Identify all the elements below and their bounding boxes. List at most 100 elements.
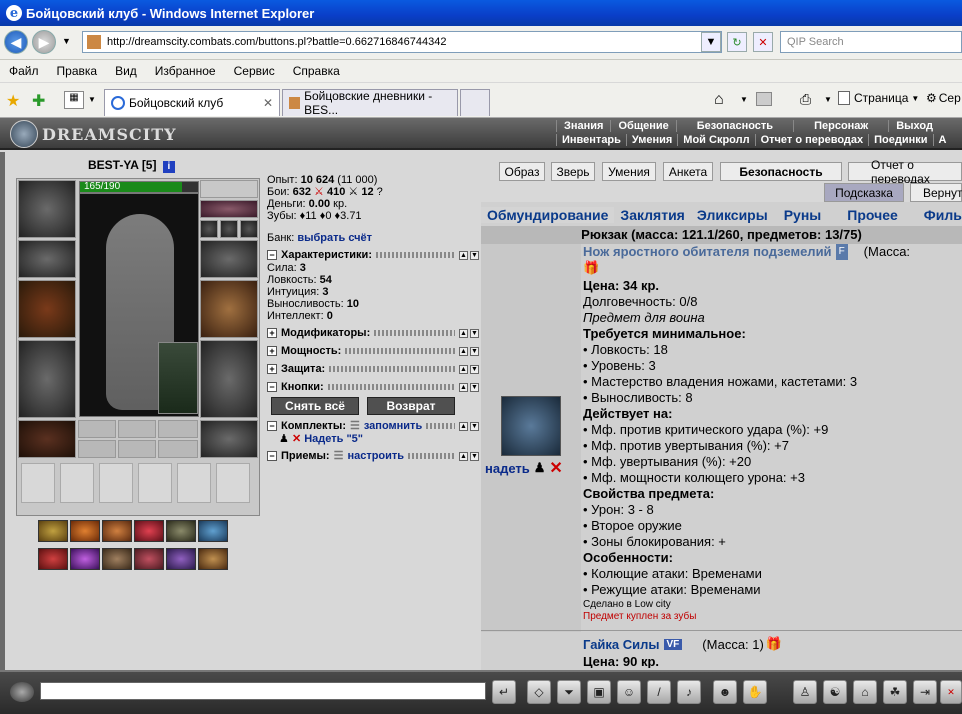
menu-view[interactable]: Вид (106, 64, 146, 78)
ring-slot-1[interactable] (200, 220, 218, 238)
belt-slot[interactable] (18, 420, 76, 458)
scroll-slot-1[interactable] (78, 420, 116, 438)
chat-input[interactable] (40, 682, 486, 700)
heart-icon[interactable] (134, 520, 164, 542)
menu-file[interactable]: Файл (0, 64, 48, 78)
address-input[interactable]: http://dreamscity.combats.com/buttons.pl… (82, 31, 722, 53)
pouch-slot-4[interactable] (138, 463, 172, 503)
return-items-button[interactable]: Вернуть (910, 183, 962, 202)
pouch-slot-2[interactable] (60, 463, 94, 503)
armor-slot[interactable] (18, 340, 76, 418)
menu-edit[interactable]: Правка (48, 64, 107, 78)
shield-slot[interactable] (200, 280, 258, 338)
nav-knowledge[interactable]: Знания (556, 120, 610, 132)
effect-icon-1[interactable] (38, 520, 68, 542)
defense-header[interactable]: + Защита: ▲ ▼ (267, 362, 479, 376)
ring-slot-2[interactable] (220, 220, 238, 238)
tab-runes[interactable]: Руны (774, 207, 842, 223)
person-icon[interactable]: ☺ (617, 680, 641, 704)
earrings-slot[interactable] (200, 180, 258, 198)
chat-avatar-icon[interactable] (10, 682, 34, 702)
boots-slot[interactable] (200, 420, 258, 458)
search-input[interactable]: QIP Search (780, 31, 962, 53)
effect-icon-7[interactable] (38, 548, 68, 570)
house-icon[interactable]: ⌂ (853, 680, 877, 704)
skills-button[interactable]: Умения (602, 162, 656, 181)
leggings-slot[interactable] (200, 340, 258, 418)
exit-icon[interactable]: ⇥ (913, 680, 937, 704)
stop-icon[interactable]: ✕ (753, 32, 773, 52)
sound-icon[interactable]: ♪ (677, 680, 701, 704)
group-icon[interactable]: ☘ (883, 680, 907, 704)
tools-menu[interactable]: ⚙ Сер (926, 91, 961, 105)
close-tab-icon[interactable]: ✕ (263, 96, 273, 110)
security-button[interactable]: Безопасность (720, 162, 842, 181)
print-dropdown-icon[interactable]: ▼ (824, 95, 832, 104)
print-icon[interactable]: ⎙ (800, 91, 811, 108)
pouch-slot-1[interactable] (21, 463, 55, 503)
modifiers-header[interactable]: + Модификаторы: ▲ ▼ (267, 326, 479, 340)
filter-icon[interactable]: ⏷ (557, 680, 581, 704)
scroll-slot-4[interactable] (78, 440, 116, 458)
gloves-slot[interactable] (200, 240, 258, 278)
menu-tools[interactable]: Сервис (225, 64, 284, 78)
slash-icon[interactable]: / (647, 680, 671, 704)
helmet-slot[interactable] (18, 180, 76, 238)
remember-set-link[interactable]: запомнить (364, 420, 422, 432)
nav-exit[interactable]: Выход (888, 120, 940, 132)
tab-elixirs[interactable]: Эликсиры (691, 207, 774, 223)
pouch-slot-3[interactable] (99, 463, 133, 503)
bracers-slot[interactable] (18, 240, 76, 278)
drop-item-icon[interactable]: ✕ (549, 458, 562, 478)
configure-tricks-link[interactable]: настроить (347, 450, 404, 462)
wear-item-link[interactable]: надеть (485, 461, 530, 476)
image-button[interactable]: Образ (499, 162, 545, 181)
home-dropdown-icon[interactable]: ▼ (740, 95, 748, 104)
effect-icon-5[interactable] (166, 520, 196, 542)
buttons-header[interactable]: − Кнопки: ▲ ▼ (267, 380, 479, 394)
transfers-report-button[interactable]: Отчет о переводах (848, 158, 962, 186)
sets-header[interactable]: − Комплекты: ☰ запомнить ▲ ▼ (267, 419, 479, 433)
nav-security[interactable]: Безопасность (675, 120, 793, 132)
amulet-slot[interactable] (200, 200, 258, 218)
feeds-icon[interactable] (756, 92, 772, 106)
nav-transfers-report[interactable]: Отчет о переводах (754, 134, 869, 146)
smiley-icon[interactable]: ☻ (713, 680, 737, 704)
effect-icon-6[interactable] (198, 520, 228, 542)
bank-select-link[interactable]: выбрать счёт (297, 232, 372, 244)
nav-my-scroll[interactable]: Мой Скролл (677, 134, 754, 146)
address-dropdown-icon[interactable]: ▼ (701, 32, 721, 52)
effect-icon-10[interactable] (134, 548, 164, 570)
delete-set-icon[interactable]: ✕ (292, 433, 301, 445)
nav-inventory[interactable]: Инвентарь (556, 134, 626, 146)
effect-icon-2[interactable] (70, 520, 100, 542)
hands-icon[interactable]: ☯ (823, 680, 847, 704)
characteristics-header[interactable]: − Характеристики: ▲ ▼ (267, 248, 479, 262)
scroll-slot-5[interactable] (118, 440, 156, 458)
page-menu[interactable]: Страница ▼ (838, 91, 919, 105)
wear-set-link[interactable]: Надеть "5" (304, 433, 363, 445)
knife-item-image[interactable] (501, 396, 561, 456)
send-icon[interactable]: ↵ (492, 680, 516, 704)
back-button[interactable]: ◀ (4, 30, 28, 54)
info-icon[interactable]: i (162, 161, 175, 173)
profile-button[interactable]: Анкета (663, 162, 713, 181)
scroll-slot-6[interactable] (158, 440, 198, 458)
pouch-slot-6[interactable] (216, 463, 250, 503)
nav-character[interactable]: Персонаж (793, 120, 888, 132)
menu-favorites[interactable]: Избранное (146, 64, 225, 78)
new-tab-button[interactable] (460, 89, 490, 116)
item2-name[interactable]: Гайка Силы (583, 637, 660, 652)
effect-icon-3[interactable] (102, 520, 132, 542)
nav-skills[interactable]: Умения (625, 134, 677, 146)
tab-list-dropdown-icon[interactable]: ▼ (88, 95, 96, 104)
effect-icon-11[interactable] (166, 548, 196, 570)
pouch-slot-5[interactable] (177, 463, 211, 503)
pet-button[interactable]: Зверь (551, 162, 595, 181)
save-icon[interactable]: ▣ (587, 680, 611, 704)
favorites-star-icon[interactable]: ★ (6, 91, 20, 111)
tricks-header[interactable]: − Приемы: ☰ настроить ▲ ▼ (267, 449, 479, 463)
figure-icon[interactable]: ♙ (793, 680, 817, 704)
ring-slot-3[interactable] (240, 220, 258, 238)
tab-filter[interactable]: Филь (918, 207, 962, 223)
